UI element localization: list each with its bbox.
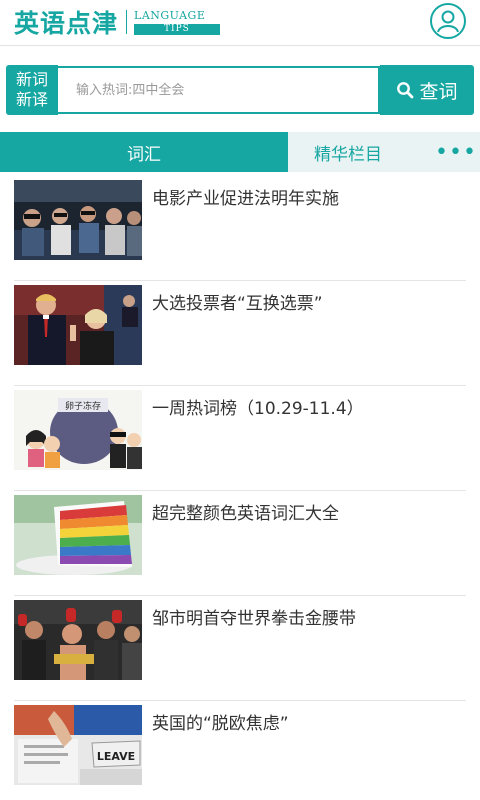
list-item[interactable]: LEAVE 英国的“脱欧焦虑” (14, 701, 466, 800)
tab-bar: 词汇 精华栏目 ••• (0, 132, 480, 172)
article-title: 邹市明首夺世界拳击金腰带 (152, 609, 356, 629)
leave-ballot-image: LEAVE (14, 705, 142, 785)
cartoon-illustration-image: 卵子冻存 (14, 390, 142, 470)
list-item[interactable]: 超完整颜色英语词汇大全 (14, 491, 466, 596)
list-item[interactable]: 卵子冻存 一周热词榜（10.29-11.4） (14, 386, 466, 491)
list-item[interactable]: 邹市明首夺世界拳击金腰带 (14, 596, 466, 701)
article-title: 一周热词榜（10.29-11.4） (152, 399, 364, 419)
list-item[interactable]: 大选投票者“互换选票” (14, 281, 466, 386)
logo-english-line2: TIPS (134, 23, 220, 35)
search-input[interactable] (58, 66, 380, 114)
list-item[interactable]: 电影产业促进法明年实施 (14, 176, 466, 281)
election-debate-image (14, 285, 142, 365)
article-title: 超完整颜色英语词汇大全 (152, 504, 339, 524)
search-bar: 新词 新译 查词 (6, 65, 474, 115)
new-words-button[interactable]: 新词 新译 (6, 65, 58, 115)
logo-chinese-text: 英语点津 (14, 9, 119, 38)
logo-divider (126, 10, 128, 34)
article-title: 英国的“脱欧焦虑” (152, 714, 289, 734)
article-title: 电影产业促进法明年实施 (152, 189, 339, 209)
tab-vocabulary[interactable]: 词汇 (0, 132, 288, 172)
new-words-label-line2: 新译 (15, 90, 48, 109)
search-button-label: 查词 (419, 80, 458, 103)
article-list: 电影产业促进法明年实施 大选投票者“互换选票” 卵子冻存 一周热词榜（10.29… (14, 176, 466, 800)
logo-english: LANGUAGE TIPS (134, 8, 220, 35)
app-logo[interactable]: 英语点津 LANGUAGE TIPS (14, 4, 220, 40)
logo-english-line1: LANGUAGE (134, 8, 206, 22)
new-words-label-line1: 新词 (15, 70, 48, 89)
search-icon (397, 82, 414, 99)
app-header: 英语点津 LANGUAGE TIPS (0, 0, 480, 46)
user-profile-icon[interactable] (430, 3, 466, 39)
more-icon[interactable]: ••• (432, 132, 480, 172)
cinema-audience-image (14, 180, 142, 260)
rainbow-cake-image (14, 495, 142, 575)
leave-sign-text: LEAVE (97, 750, 135, 763)
article-title: 大选投票者“互换选票” (152, 294, 323, 314)
tab-featured-columns[interactable]: 精华栏目 (288, 132, 408, 172)
search-button[interactable]: 查词 (380, 65, 474, 115)
boxing-champion-image (14, 600, 142, 680)
cartoon-sign-text: 卵子冻存 (65, 400, 101, 412)
